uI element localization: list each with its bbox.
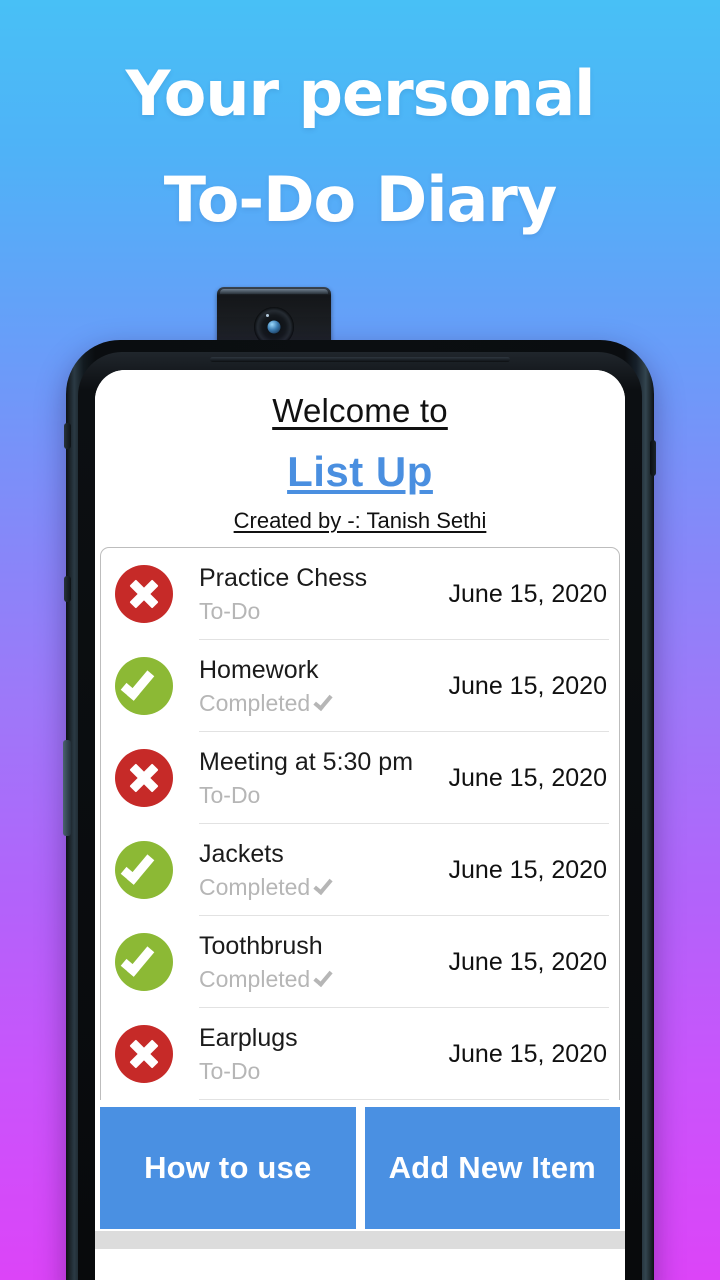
- promo-headline: Your personal To-Do Diary: [0, 52, 720, 242]
- app-header: Welcome to List Up Created by -: Tanish …: [95, 370, 625, 535]
- task-date: June 15, 2020: [448, 671, 607, 700]
- task-status-label: To-Do: [199, 1058, 261, 1084]
- power-button[interactable]: [63, 740, 71, 836]
- check-circle-icon[interactable]: [115, 657, 173, 715]
- task-date: June 15, 2020: [448, 579, 607, 608]
- task-row[interactable]: Meeting at 5:30 pm To-Do June 15, 2020: [101, 732, 619, 824]
- task-date: June 15, 2020: [448, 947, 607, 976]
- check-circle-icon[interactable]: [115, 933, 173, 991]
- task-status: To-Do: [199, 780, 441, 810]
- credit-text: Created by -: Tanish Sethi: [233, 508, 487, 533]
- task-status-label: Completed: [199, 690, 311, 716]
- task-title: Meeting at 5:30 pm: [199, 748, 414, 776]
- check-mark: [120, 849, 155, 885]
- task-status-label: To-Do: [199, 598, 261, 624]
- status-check-icon: [313, 966, 333, 988]
- check-circle-icon[interactable]: [115, 841, 173, 899]
- volume-down-button[interactable]: [64, 576, 71, 602]
- right-side-button[interactable]: [650, 440, 656, 476]
- task-list[interactable]: Practice Chess To-Do June 15, 2020 Homework…: [100, 547, 620, 1100]
- task-status: Completed: [199, 872, 441, 902]
- task-text-block: Toothbrush Completed: [199, 930, 441, 994]
- lens-highlight: [266, 314, 269, 317]
- credit-line: Created by -: Tanish Sethi: [95, 497, 625, 535]
- phone-screen: Welcome to List Up Created by -: Tanish …: [95, 370, 625, 1280]
- how-to-use-button[interactable]: How to use: [98, 1105, 358, 1231]
- task-status: To-Do: [199, 1056, 441, 1086]
- task-row[interactable]: Practice Chess To-Do June 15, 2020: [101, 548, 619, 640]
- camera-rim: [220, 289, 328, 294]
- task-text-block: Earplugs To-Do: [199, 1022, 441, 1086]
- task-status: Completed: [199, 964, 441, 994]
- screen-bottom-strip: [95, 1231, 625, 1249]
- app-title: List Up: [287, 448, 433, 495]
- task-text-block: Practice Chess To-Do: [199, 562, 441, 626]
- task-row[interactable]: Homework Completed June 15, 2020: [101, 640, 619, 732]
- task-status-label: Completed: [199, 966, 311, 992]
- task-status-label: Completed: [199, 874, 311, 900]
- row-divider: [199, 1099, 609, 1100]
- cross-circle-icon[interactable]: [115, 565, 173, 623]
- promo-headline-line2: To-Do Diary: [163, 163, 558, 236]
- volume-up-button[interactable]: [64, 423, 71, 449]
- task-title: Jackets: [199, 840, 284, 868]
- cross-circle-icon[interactable]: [115, 749, 173, 807]
- action-button-bar: How to use Add New Item: [95, 1105, 625, 1231]
- check-mark: [120, 665, 155, 701]
- cross-circle-icon[interactable]: [115, 1025, 173, 1083]
- task-text-block: Meeting at 5:30 pm To-Do: [199, 746, 441, 810]
- add-new-item-button[interactable]: Add New Item: [362, 1105, 622, 1231]
- task-date: June 15, 2020: [448, 1039, 607, 1068]
- task-title: Earplugs: [199, 1024, 298, 1052]
- task-text-block: Homework Completed: [199, 654, 441, 718]
- task-title: Toothbrush: [199, 932, 323, 960]
- welcome-text: Welcome to: [272, 392, 448, 429]
- task-status: To-Do: [199, 596, 441, 626]
- earpiece-speaker: [210, 357, 510, 362]
- welcome-line: Welcome to: [95, 390, 625, 432]
- task-date: June 15, 2020: [448, 763, 607, 792]
- task-row[interactable]: Toothbrush Completed June 15, 2020: [101, 916, 619, 1008]
- task-status: Completed: [199, 688, 441, 718]
- task-title: Homework: [199, 656, 319, 684]
- phone-mockup: Welcome to List Up Created by -: Tanish …: [63, 340, 656, 1280]
- task-row[interactable]: Earplugs To-Do June 15, 2020: [101, 1008, 619, 1100]
- check-mark: [120, 941, 155, 977]
- status-check-icon: [313, 874, 333, 896]
- task-title: Practice Chess: [199, 564, 368, 592]
- promo-headline-line1: Your personal: [125, 57, 596, 130]
- status-check-icon: [313, 690, 333, 712]
- task-text-block: Jackets Completed: [199, 838, 441, 902]
- task-row[interactable]: Jackets Completed June 15, 2020: [101, 824, 619, 916]
- task-status-label: To-Do: [199, 782, 261, 808]
- task-date: June 15, 2020: [448, 855, 607, 884]
